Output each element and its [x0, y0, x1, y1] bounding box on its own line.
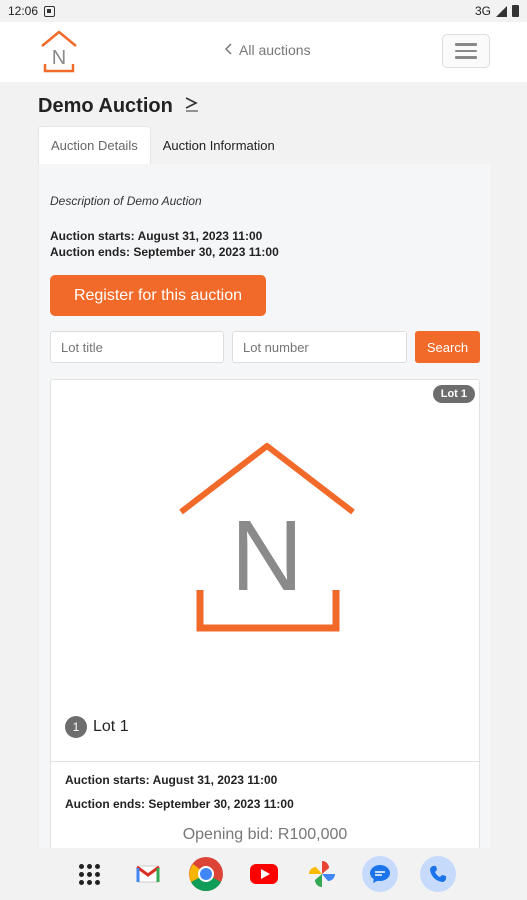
auction-end-date: Auction ends: September 30, 2023 11:00	[50, 245, 279, 259]
hamburger-icon-line	[455, 56, 477, 59]
all-auctions-link[interactable]: All auctions	[224, 42, 311, 58]
auction-details-panel: Description of Demo Auction Auction star…	[38, 164, 490, 864]
battery-icon	[512, 5, 519, 17]
messages-icon[interactable]	[361, 856, 398, 892]
tab-auction-details[interactable]: Auction Details	[38, 126, 151, 164]
menu-button[interactable]	[442, 34, 490, 68]
site-logo[interactable]: N	[40, 30, 78, 74]
search-button[interactable]: Search	[415, 331, 480, 363]
lot-end-date: Auction ends: September 30, 2023 11:00	[65, 797, 294, 811]
auction-start-date: Auction starts: August 31, 2023 11:00	[50, 229, 263, 243]
auction-dates: Auction starts: August 31, 2023 11:00 Au…	[50, 228, 279, 260]
share-icon[interactable]	[183, 94, 201, 119]
lot-image-placeholder[interactable]: N	[179, 442, 355, 634]
hamburger-icon	[455, 43, 477, 46]
android-taskbar	[0, 848, 527, 900]
signal-icon	[496, 5, 507, 17]
all-auctions-label: All auctions	[239, 42, 311, 58]
chevron-left-icon	[224, 42, 233, 58]
lot-number-input[interactable]	[232, 331, 407, 363]
youtube-icon[interactable]	[246, 856, 282, 892]
status-bar: 12:06 3G	[0, 0, 527, 22]
lot-name[interactable]: Lot 1	[93, 718, 129, 736]
auction-tabs: Auction Details Auction Information	[38, 126, 287, 164]
hamburger-icon-line	[455, 49, 477, 53]
status-time: 12:06	[8, 4, 39, 18]
site-header: N All auctions	[0, 22, 527, 82]
card-divider	[51, 761, 479, 762]
chrome-icon[interactable]	[188, 856, 224, 892]
gmail-icon[interactable]	[130, 856, 166, 892]
lot-start-date: Auction starts: August 31, 2023 11:00	[65, 773, 278, 787]
tab-auction-information[interactable]: Auction Information	[151, 126, 287, 164]
auction-description: Description of Demo Auction	[50, 194, 202, 208]
phone-icon[interactable]	[419, 856, 456, 892]
register-button[interactable]: Register for this auction	[50, 275, 266, 316]
photos-icon[interactable]	[304, 856, 340, 892]
lot-title-row: 1 Lot 1	[65, 716, 129, 738]
lot-badge: Lot 1	[432, 385, 475, 403]
svg-text:N: N	[52, 47, 66, 69]
lot-card[interactable]: Lot 1 N 1 Lot 1 Auction starts: August 3…	[50, 379, 480, 864]
apps-grid-icon[interactable]	[72, 856, 108, 892]
title-row: Demo Auction	[38, 94, 201, 119]
lot-title-input[interactable]	[50, 331, 224, 363]
network-type: 3G	[474, 4, 491, 18]
lot-dates: Auction starts: August 31, 2023 11:00 Au…	[65, 768, 294, 816]
lot-number-badge: 1	[65, 716, 87, 738]
page-title: Demo Auction	[38, 95, 173, 117]
svg-text:N: N	[231, 500, 303, 612]
opening-bid: Opening bid: R100,000	[182, 826, 348, 843]
notification-icon	[44, 5, 56, 17]
